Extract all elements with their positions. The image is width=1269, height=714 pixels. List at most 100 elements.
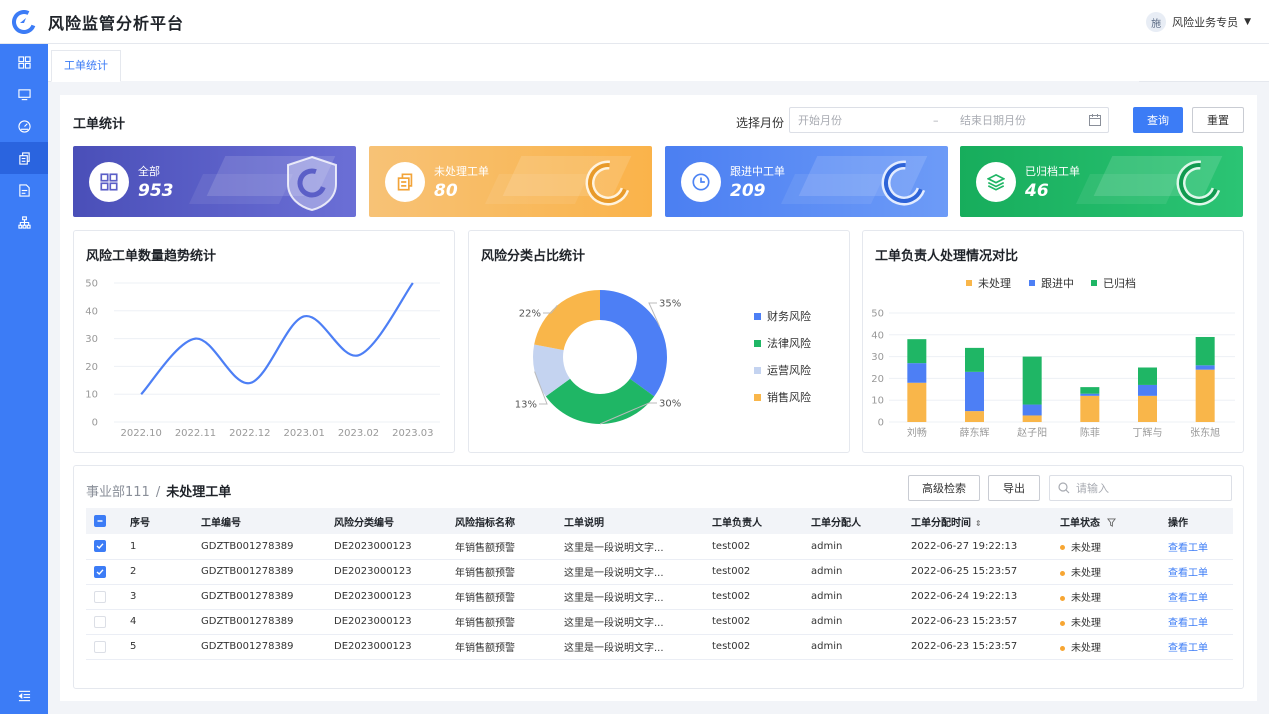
x-tick-label: 陈菲 [1080, 426, 1100, 439]
view-workorder-link[interactable]: 查看工单 [1168, 543, 1208, 554]
bar-segment [1195, 369, 1215, 422]
month-label: 选择月份 [736, 116, 785, 130]
layers-icon [987, 173, 1005, 191]
table-cell: admin [803, 559, 903, 585]
table-cell: DE2023000123 [326, 584, 447, 610]
breadcrumb-current: 未处理工单 [166, 485, 232, 500]
table-row[interactable]: 4 GDZTB001278389 DE2023000123 年销售额预警 这里是一段说明… [86, 609, 1233, 635]
advanced-search-button[interactable]: 高级检索 [908, 475, 980, 501]
row-checkbox[interactable] [94, 640, 106, 653]
category-donut-chart: 35% 30% 13% 22% 财务风险法律风险运营风险销售风险 [515, 290, 811, 425]
view-workorder-link[interactable]: 查看工单 [1168, 618, 1208, 629]
calendar-icon [1089, 114, 1101, 126]
reset-button[interactable]: 重置 [1192, 107, 1244, 133]
y-tick-label: 0 [92, 418, 98, 429]
copy-icon [18, 151, 30, 165]
table-cell: 4 [122, 609, 193, 635]
column-header: 序号 [122, 508, 193, 534]
filter-icon[interactable] [1107, 518, 1117, 527]
table-cell: admin [803, 609, 903, 635]
table-cell: GDZTB001278389 [193, 634, 326, 660]
breadcrumb-separator: / [155, 485, 161, 500]
query-button[interactable]: 查询 [1133, 107, 1183, 133]
row-checkbox[interactable] [94, 615, 106, 628]
table-cell: 这里是一段说明文字... [556, 534, 704, 560]
row-select-cell [86, 609, 122, 635]
action-cell: 查看工单 [1160, 584, 1233, 610]
row-checkbox[interactable] [94, 565, 106, 578]
stat-card-unprocessed[interactable]: 未处理工单 80 [369, 146, 652, 217]
search-input[interactable]: 请输入 [1049, 475, 1232, 501]
workorder-table-panel: 事业部111 / 未处理工单 高级检索 导出 请输入 序号 工单编号 风险分类编号 … [73, 465, 1244, 689]
column-header: 风险分类编号 [326, 508, 447, 534]
table-row[interactable]: 5 GDZTB001278389 DE2023000123 年销售额预警 这里是一段说明… [86, 634, 1233, 660]
range-separator: – [933, 113, 939, 127]
bar-segment [1022, 415, 1042, 422]
stat-value: 80 [434, 181, 458, 201]
column-header-label: 工单分配时间 [911, 517, 971, 529]
bar-segment [907, 363, 927, 383]
sidebar-item-dashboard[interactable] [0, 110, 48, 142]
bar-segment [1022, 356, 1042, 405]
status-dot-icon [1060, 595, 1065, 601]
app-logo-icon [0, 0, 48, 44]
y-tick-label: 10 [85, 390, 98, 401]
table-row[interactable]: 2 GDZTB001278389 DE2023000123 年销售额预警 这里是一段说明… [86, 559, 1233, 585]
user-menu[interactable]: 施 风险业务专员 ▼ [1146, 12, 1251, 32]
stat-card-all[interactable]: 全部 953 [73, 146, 356, 217]
column-header-filterable[interactable]: 工单状态 [1052, 508, 1160, 534]
export-button[interactable]: 导出 [988, 475, 1040, 501]
sidebar-item-document[interactable] [0, 174, 48, 206]
x-tick-label: 刘畅 [907, 426, 927, 439]
table-row[interactable]: 1 GDZTB001278389 DE2023000123 年销售额预警 这里是一段说明… [86, 534, 1233, 560]
y-tick-label: 40 [85, 306, 98, 317]
y-tick-label: 30 [85, 334, 98, 345]
table-row[interactable]: 3 GDZTB001278389 DE2023000123 年销售额预警 这里是一段说明… [86, 584, 1233, 610]
table-cell: 这里是一段说明文字... [556, 559, 704, 585]
dashboard-icon [17, 119, 31, 133]
end-month-input[interactable]: 结束日期月份 [960, 112, 1026, 128]
table-cell: test002 [704, 634, 803, 660]
row-checkbox[interactable] [94, 540, 106, 553]
row-select-cell [86, 559, 122, 585]
status-dot-icon [1060, 570, 1065, 576]
stat-card-archived[interactable]: 已归档工单 46 [960, 146, 1243, 217]
stat-value: 953 [138, 181, 174, 201]
bar-segment [1080, 393, 1100, 396]
sidebar-item-monitor[interactable] [0, 78, 48, 110]
table-header-row: 序号 工单编号 风险分类编号 风险指标名称 工单说明 工单负责人 工单分配人 工… [86, 508, 1233, 534]
select-all-checkbox[interactable] [94, 515, 106, 527]
breadcrumb-parent[interactable]: 事业部111 [86, 485, 150, 500]
legend-swatch [754, 367, 761, 374]
sidebar-item-grid[interactable] [0, 46, 48, 78]
sidebar-item-workorder[interactable] [0, 142, 48, 174]
column-header: 风险指标名称 [447, 508, 556, 534]
x-tick-label: 2023.03 [392, 428, 433, 439]
tab-workorder-stats[interactable]: 工单统计 [51, 50, 121, 82]
column-header-sortable[interactable]: 工单分配时间 ⇕ [903, 508, 1052, 534]
table-cell: 5 [122, 634, 193, 660]
stat-value: 46 [1025, 181, 1049, 201]
column-header: 工单编号 [193, 508, 326, 534]
y-tick-label: 40 [871, 330, 884, 341]
tab-bar-strip [120, 81, 1139, 84]
view-workorder-link[interactable]: 查看工单 [1168, 643, 1208, 654]
x-tick-label: 张东旭 [1190, 426, 1220, 439]
menu-collapse-button[interactable] [0, 684, 48, 708]
row-checkbox[interactable] [94, 590, 106, 603]
user-name: 风险业务专员 [1172, 16, 1239, 29]
sort-icon[interactable]: ⇕ [975, 519, 982, 528]
view-workorder-link[interactable]: 查看工单 [1168, 593, 1208, 604]
stat-label: 未处理工单 [434, 165, 489, 178]
table-cell: 这里是一段说明文字... [556, 584, 704, 610]
view-workorder-link[interactable]: 查看工单 [1168, 568, 1208, 579]
table-cell: DE2023000123 [326, 559, 447, 585]
status-dot-icon [1060, 620, 1065, 626]
start-month-input[interactable]: 开始月份 [798, 112, 842, 128]
app-title: 风险监管分析平台 [48, 13, 185, 33]
table-cell: 年销售额预警 [447, 634, 556, 660]
sidebar-item-org[interactable] [0, 206, 48, 238]
month-range-picker[interactable]: 开始月份 – 结束日期月份 [789, 107, 1109, 133]
y-tick-label: 50 [85, 279, 98, 290]
stat-card-following[interactable]: 跟进中工单 209 [665, 146, 948, 217]
